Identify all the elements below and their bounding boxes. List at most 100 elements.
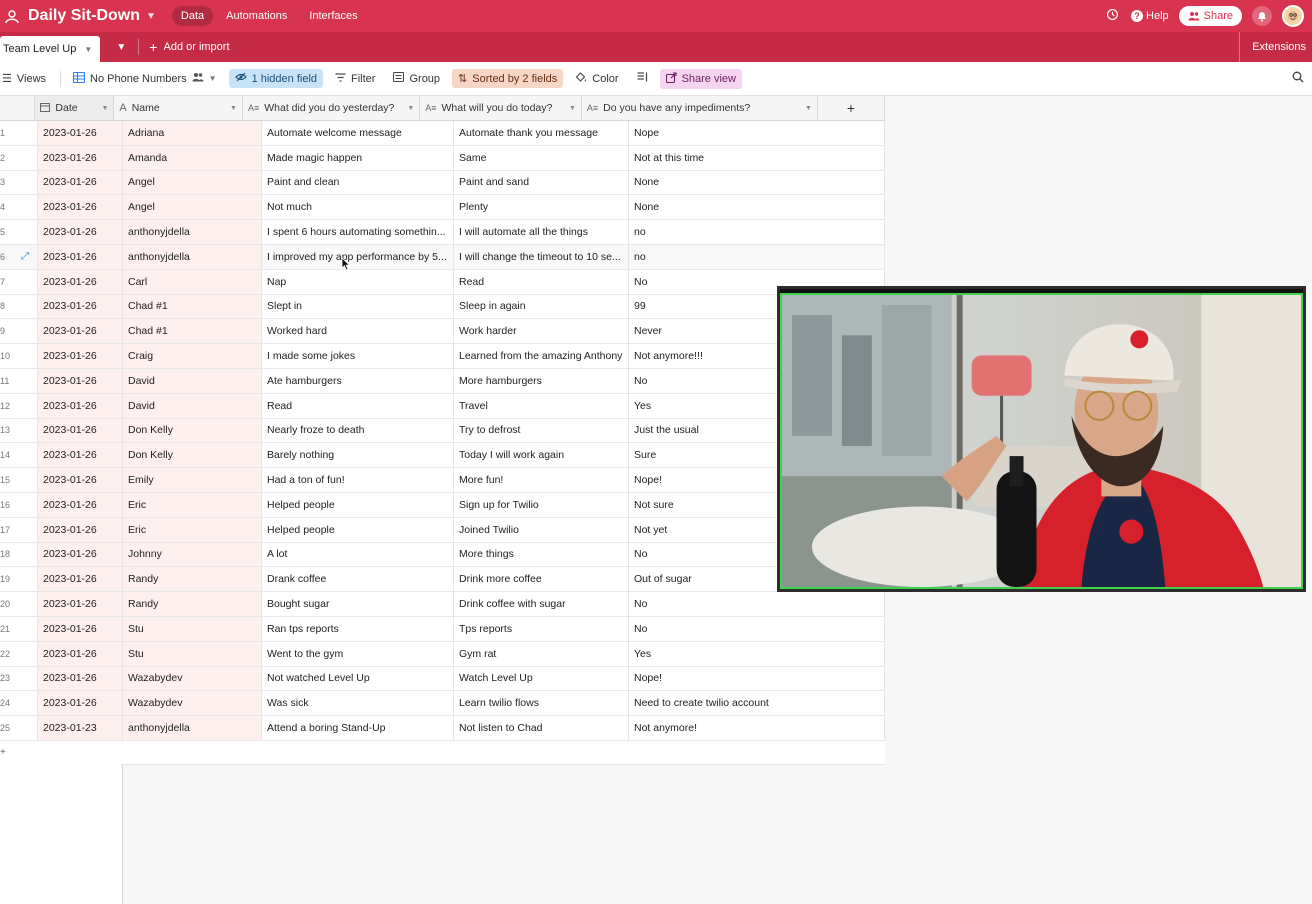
add-record-plus-icon[interactable]: + <box>0 741 38 764</box>
cell-yesterday[interactable]: A lot <box>262 542 454 567</box>
cell-date[interactable]: 2023-01-26 <box>38 170 123 195</box>
cell-name[interactable]: Eric <box>123 517 262 542</box>
cell-date[interactable]: 2023-01-26 <box>38 517 123 542</box>
cell-today[interactable]: Learned from the amazing Anthony <box>454 344 629 368</box>
base-logo-icon[interactable] <box>4 7 22 25</box>
chevron-down-icon[interactable]: ▼ <box>230 105 237 112</box>
cell-date[interactable]: 2023-01-26 <box>38 567 123 592</box>
cell-yesterday[interactable]: Paint and clean <box>262 170 454 195</box>
table-row[interactable]: 13 2023-01-26 Don Kelly Nearly froze to dea… <box>0 418 885 444</box>
cell-date[interactable]: 2023-01-26 <box>38 121 123 145</box>
cell-yesterday[interactable]: Drank coffee <box>262 567 454 592</box>
cell-date[interactable]: 2023-01-26 <box>38 368 123 393</box>
cell-yesterday[interactable]: I made some jokes <box>262 344 454 368</box>
chevron-down-icon[interactable]: ▼ <box>407 105 414 112</box>
cell-date[interactable]: 2023-01-26 <box>38 244 123 269</box>
cell-yesterday[interactable]: Read <box>262 393 454 418</box>
table-row[interactable]: 1 2023-01-26 Adriana Automate welcome messa… <box>0 121 885 146</box>
cell-date[interactable]: 2023-01-26 <box>38 468 123 492</box>
cell-name[interactable]: Emily <box>123 468 262 492</box>
cell-name[interactable]: Don Kelly <box>123 418 262 443</box>
cell-yesterday[interactable]: Ate hamburgers <box>262 368 454 393</box>
cell-today[interactable]: Sleep in again <box>454 294 629 319</box>
column-header-impediments[interactable]: A≡ Do you have any impediments? ▼ <box>582 96 818 120</box>
table-row[interactable]: 4 2023-01-26 Angel Not much Plenty None <box>0 195 885 221</box>
cell-today[interactable]: More fun! <box>454 468 629 492</box>
cell-today[interactable]: I will automate all the things <box>454 220 629 244</box>
extensions-button[interactable]: Extensions <box>1239 32 1312 62</box>
cell-today[interactable]: Not listen to Chad <box>454 716 629 740</box>
table-row[interactable]: 17 2023-01-26 Eric Helped people Joined Twil… <box>0 517 885 543</box>
search-icon[interactable] <box>1292 71 1304 86</box>
cell-today[interactable]: Automate thank you message <box>454 121 629 145</box>
cell-name[interactable]: Chad #1 <box>123 294 262 319</box>
cell-name[interactable]: David <box>123 368 262 393</box>
cell-date[interactable]: 2023-01-26 <box>38 542 123 567</box>
chevron-down-icon[interactable]: ▼ <box>805 105 812 112</box>
cell-today[interactable]: Today I will work again <box>454 443 629 468</box>
cell-date[interactable]: 2023-01-26 <box>38 492 123 517</box>
cell-name[interactable]: Eric <box>123 492 262 517</box>
table-row[interactable]: 6 ⤢ 2023-01-26 anthonyjdella I improved my a… <box>0 244 885 270</box>
cell-today[interactable]: Same <box>454 145 629 170</box>
table-row[interactable]: 9 2023-01-26 Chad #1 Worked hard Work harder… <box>0 319 885 345</box>
cell-impediments[interactable]: Not anymore! <box>629 716 885 740</box>
cell-today[interactable]: Drink coffee with sugar <box>454 592 629 616</box>
group-button[interactable]: Group <box>387 69 446 88</box>
nav-interfaces[interactable]: Interfaces <box>300 6 366 26</box>
chevron-down-icon[interactable]: ▼ <box>569 105 576 112</box>
table-row[interactable]: 10 2023-01-26 Craig I made some jokes Learne… <box>0 344 885 369</box>
cell-name[interactable]: Amanda <box>123 145 262 170</box>
cell-date[interactable]: 2023-01-26 <box>38 319 123 344</box>
column-header-date[interactable]: Date ▼ <box>35 96 115 120</box>
share-button[interactable]: Share <box>1178 6 1242 26</box>
hide-fields-button[interactable]: 1 hidden field <box>228 69 324 88</box>
cell-today[interactable]: Plenty <box>454 195 629 220</box>
nav-data[interactable]: Data <box>171 6 214 26</box>
cell-date[interactable]: 2023-01-26 <box>38 269 123 294</box>
cell-impediments[interactable]: Not at this time <box>629 145 885 170</box>
cell-name[interactable]: Stu <box>123 616 262 641</box>
cell-yesterday[interactable]: Ran tps reports <box>262 616 454 641</box>
cell-today[interactable]: Drink more coffee <box>454 567 629 592</box>
cell-name[interactable]: Johnny <box>123 542 262 567</box>
cell-date[interactable]: 2023-01-26 <box>38 691 123 716</box>
cell-name[interactable]: Randy <box>123 592 262 616</box>
add-field-button[interactable]: + <box>817 96 885 120</box>
cell-today[interactable]: Read <box>454 269 629 294</box>
cell-date[interactable]: 2023-01-26 <box>38 418 123 443</box>
share-view-button[interactable]: Share view <box>659 68 742 89</box>
view-switcher[interactable]: No Phone Numbers ▼ <box>67 68 223 89</box>
table-row[interactable]: 14 2023-01-26 Don Kelly Barely nothing Today… <box>0 443 885 469</box>
cell-name[interactable]: Carl <box>123 269 262 294</box>
notifications-bell-icon[interactable] <box>1252 6 1272 26</box>
cell-yesterday[interactable]: Automate welcome message <box>262 121 454 145</box>
table-row[interactable]: 2 2023-01-26 Amanda Made magic happen Same No… <box>0 145 885 171</box>
chevron-down-icon[interactable]: ▼ <box>101 105 108 112</box>
cell-date[interactable]: 2023-01-26 <box>38 195 123 220</box>
cell-yesterday[interactable]: Nap <box>262 269 454 294</box>
cell-impediments[interactable]: no <box>629 244 885 269</box>
cell-date[interactable]: 2023-01-26 <box>38 145 123 170</box>
cell-today[interactable]: I will change the timeout to 10 se... <box>454 244 629 269</box>
sort-button[interactable]: ⇅ Sorted by 2 fields <box>452 69 564 88</box>
cell-today[interactable]: Try to defrost <box>454 418 629 443</box>
cell-today[interactable]: Paint and sand <box>454 170 629 195</box>
cell-yesterday[interactable]: Made magic happen <box>262 145 454 170</box>
user-avatar[interactable] <box>1282 5 1304 27</box>
table-row[interactable]: 8 2023-01-26 Chad #1 Slept in Sleep in again… <box>0 294 885 320</box>
table-row[interactable]: 22 2023-01-26 Stu Went to the gym Gym rat Yes <box>0 641 885 667</box>
column-header-today[interactable]: A≡ What will you do today? ▼ <box>420 96 582 120</box>
cell-name[interactable]: David <box>123 393 262 418</box>
filter-button[interactable]: Filter <box>329 70 381 88</box>
cell-today[interactable]: Tps reports <box>454 616 629 641</box>
cell-yesterday[interactable]: Helped people <box>262 517 454 542</box>
cell-impediments[interactable]: no <box>629 220 885 244</box>
cell-name[interactable]: anthonyjdella <box>123 220 262 244</box>
add-record-row[interactable]: + <box>0 740 885 765</box>
cell-yesterday[interactable]: Barely nothing <box>262 443 454 468</box>
cell-yesterday[interactable]: Helped people <box>262 492 454 517</box>
cell-name[interactable]: Angel <box>123 195 262 220</box>
row-height-button[interactable] <box>631 69 654 88</box>
cell-yesterday[interactable]: Was sick <box>262 691 454 716</box>
